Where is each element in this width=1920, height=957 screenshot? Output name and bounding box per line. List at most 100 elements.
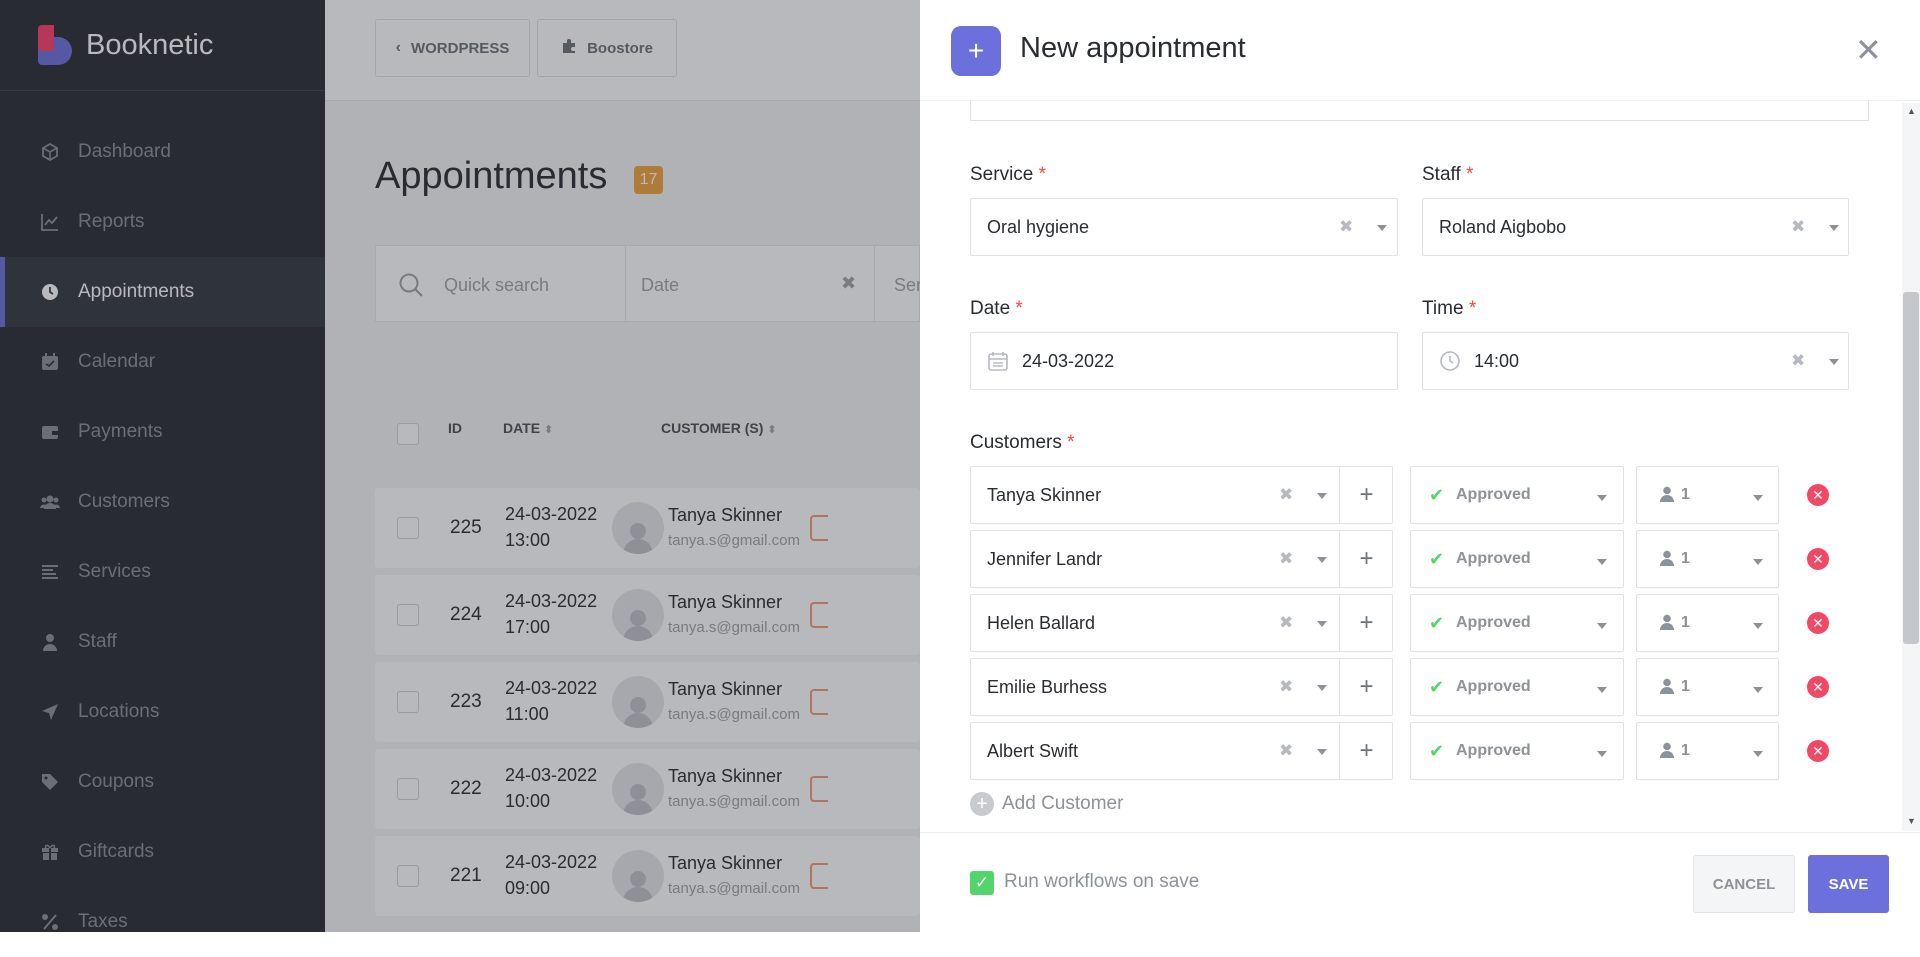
- chevron-down-icon: [1753, 751, 1763, 757]
- clear-icon[interactable]: ✖: [1791, 217, 1805, 237]
- number-of-people-select[interactable]: 1: [1636, 466, 1779, 524]
- add-customer-info-button[interactable]: +: [1339, 722, 1393, 780]
- clear-icon[interactable]: ✖: [1279, 549, 1293, 569]
- user-icon: [1660, 550, 1674, 571]
- number-of-people-select[interactable]: 1: [1636, 722, 1779, 780]
- remove-customer-icon[interactable]: ✕: [1807, 740, 1829, 762]
- chevron-down-icon: [1377, 225, 1387, 231]
- clear-icon[interactable]: ✖: [1279, 613, 1293, 633]
- location-field[interactable]: [970, 101, 1869, 121]
- number-of-people-select[interactable]: 1: [1636, 658, 1779, 716]
- chevron-down-icon: [1829, 359, 1839, 365]
- plus-icon: +: [951, 26, 1001, 76]
- customer-name: Helen Ballard: [987, 612, 1096, 633]
- chevron-down-icon: [1597, 495, 1607, 501]
- run-workflows-checkbox[interactable]: ✓: [970, 871, 994, 895]
- close-icon[interactable]: ✕: [1855, 34, 1882, 66]
- status-value: Approved: [1456, 678, 1531, 695]
- chevron-down-icon: [1317, 557, 1327, 563]
- add-customer-info-button[interactable]: +: [1339, 466, 1393, 524]
- scroll-up-icon[interactable]: ▲: [1907, 106, 1916, 116]
- clear-icon[interactable]: ✖: [1339, 217, 1353, 237]
- user-icon: [1660, 486, 1674, 507]
- chevron-down-icon: [1753, 623, 1763, 629]
- status-value: Approved: [1456, 486, 1531, 503]
- status-select[interactable]: ✔ Approved: [1410, 466, 1624, 524]
- customer-select[interactable]: Emilie Burhess ✖ +: [970, 658, 1393, 716]
- chevron-down-icon: [1317, 493, 1327, 499]
- chevron-down-icon: [1317, 621, 1327, 627]
- modal-overlay[interactable]: [0, 0, 920, 932]
- add-customer-info-button[interactable]: +: [1339, 658, 1393, 716]
- chevron-down-icon: [1317, 685, 1327, 691]
- clear-icon[interactable]: ✖: [1791, 351, 1805, 371]
- chevron-down-icon: [1753, 687, 1763, 693]
- save-button[interactable]: SAVE: [1808, 855, 1889, 913]
- add-customer-info-button[interactable]: +: [1339, 530, 1393, 588]
- staff-value: Roland Aigbobo: [1439, 216, 1567, 237]
- status-value: Approved: [1456, 742, 1531, 759]
- clear-icon[interactable]: ✖: [1279, 677, 1293, 697]
- customer-name: Albert Swift: [987, 740, 1079, 761]
- new-appointment-panel: + New appointment ✕ Service * Oral hygie…: [920, 0, 1920, 932]
- date-label: Date *: [970, 298, 1023, 319]
- modal-title: New appointment: [1020, 32, 1246, 64]
- number-of-people-select[interactable]: 1: [1636, 594, 1779, 652]
- people-count: 1: [1681, 614, 1690, 631]
- chevron-down-icon: [1753, 559, 1763, 565]
- customer-select[interactable]: Jennifer Landr ✖ +: [970, 530, 1393, 588]
- scrollbar-thumb[interactable]: [1903, 292, 1919, 644]
- date-input[interactable]: 24-03-2022: [970, 332, 1398, 390]
- cancel-button[interactable]: CANCEL: [1693, 855, 1795, 913]
- add-customer-label: Add Customer: [1002, 793, 1124, 814]
- customer-name: Jennifer Landr: [987, 548, 1103, 569]
- remove-customer-icon[interactable]: ✕: [1807, 548, 1829, 570]
- scroll-down-icon[interactable]: ▼: [1907, 816, 1916, 826]
- number-of-people-select[interactable]: 1: [1636, 530, 1779, 588]
- chevron-down-icon: [1753, 495, 1763, 501]
- status-select[interactable]: ✔ Approved: [1410, 530, 1624, 588]
- time-value: 14:00: [1474, 350, 1520, 371]
- status-value: Approved: [1456, 614, 1531, 631]
- people-count: 1: [1681, 550, 1690, 567]
- staff-select[interactable]: Roland Aigbobo ✖: [1422, 198, 1849, 256]
- remove-customer-icon[interactable]: ✕: [1807, 676, 1829, 698]
- run-workflows-label[interactable]: Run workflows on save: [1004, 871, 1199, 893]
- clear-icon[interactable]: ✖: [1279, 741, 1293, 761]
- check-icon: ✔: [1429, 740, 1445, 761]
- people-count: 1: [1681, 742, 1690, 759]
- time-select[interactable]: 14:00 ✖: [1422, 332, 1849, 390]
- service-value: Oral hygiene: [987, 216, 1090, 237]
- user-icon: [1660, 742, 1674, 763]
- chevron-down-icon: [1597, 687, 1607, 693]
- chevron-down-icon: [1317, 749, 1327, 755]
- remove-customer-icon[interactable]: ✕: [1807, 484, 1829, 506]
- modal-header: + New appointment ✕: [920, 0, 1920, 101]
- customer-select[interactable]: Helen Ballard ✖ +: [970, 594, 1393, 652]
- customer-select[interactable]: Albert Swift ✖ +: [970, 722, 1393, 780]
- chevron-down-icon: [1829, 225, 1839, 231]
- user-icon: [1660, 678, 1674, 699]
- service-select[interactable]: Oral hygiene ✖: [970, 198, 1398, 256]
- date-value: 24-03-2022: [1022, 350, 1115, 371]
- status-select[interactable]: ✔ Approved: [1410, 594, 1624, 652]
- add-customer-button[interactable]: + Add Customer: [970, 792, 1123, 816]
- remove-customer-icon[interactable]: ✕: [1807, 612, 1829, 634]
- customers-label: Customers *: [970, 432, 1075, 453]
- chevron-down-icon: [1597, 751, 1607, 757]
- status-select[interactable]: ✔ Approved: [1410, 722, 1624, 780]
- check-icon: ✔: [1429, 676, 1445, 697]
- check-icon: ✔: [1429, 612, 1445, 633]
- staff-label: Staff *: [1422, 164, 1474, 185]
- service-label: Service *: [970, 164, 1047, 185]
- customer-name: Tanya Skinner: [987, 484, 1102, 505]
- customer-select[interactable]: Tanya Skinner ✖ +: [970, 466, 1393, 524]
- user-icon: [1660, 614, 1674, 635]
- status-select[interactable]: ✔ Approved: [1410, 658, 1624, 716]
- add-customer-info-button[interactable]: +: [1339, 594, 1393, 652]
- status-value: Approved: [1456, 550, 1531, 567]
- clear-icon[interactable]: ✖: [1279, 485, 1293, 505]
- plus-circle-icon: +: [970, 792, 994, 816]
- time-label: Time *: [1422, 298, 1477, 319]
- check-icon: ✔: [1429, 484, 1445, 505]
